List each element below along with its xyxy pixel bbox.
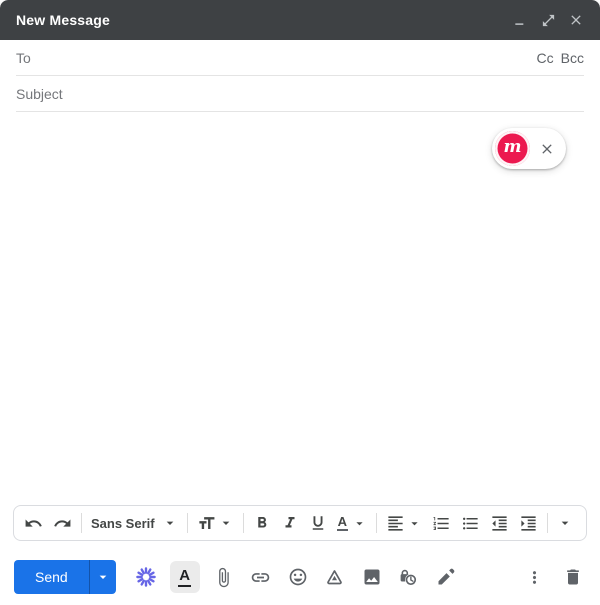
italic-icon (285, 517, 295, 528)
chip-close-button[interactable] (539, 141, 555, 157)
ai-sparkle-icon (135, 567, 156, 587)
underline-button[interactable] (304, 509, 332, 537)
chevron-down-icon (222, 521, 229, 525)
ccbcc-links: Cc Bcc (537, 50, 584, 66)
send-options-button[interactable] (88, 560, 116, 594)
formatting-options-icon: A (178, 568, 192, 587)
subject-field[interactable]: Subject (0, 76, 600, 111)
confidential-lock-clock-icon (400, 569, 417, 586)
outdent-button[interactable] (485, 509, 514, 537)
formatting-toolbar: Sans Serif A (13, 505, 587, 541)
pen-icon (438, 568, 455, 585)
close-icon (571, 15, 581, 25)
text-color-button[interactable]: A (332, 509, 372, 537)
extension-logo[interactable]: m (495, 131, 530, 166)
discard-draft-button[interactable] (560, 564, 586, 590)
attach-file-button[interactable] (211, 564, 237, 590)
numbered-list-icon (433, 516, 449, 530)
underline-icon (312, 516, 323, 530)
toolbar-separator (81, 513, 82, 533)
minimize-button[interactable] (506, 6, 534, 34)
expand-button[interactable] (534, 6, 562, 34)
more-options-button[interactable] (521, 564, 547, 590)
align-left-icon (388, 515, 403, 531)
outdent-icon (492, 515, 507, 531)
insert-link-button[interactable] (248, 564, 274, 590)
bold-button[interactable] (248, 509, 276, 537)
insert-emoji-button[interactable] (285, 564, 311, 590)
bottom-right-group (521, 564, 586, 590)
extension-chip[interactable]: m (492, 128, 566, 169)
close-button[interactable] (562, 6, 590, 34)
more-formatting-button[interactable] (552, 509, 578, 537)
expand-icon (542, 14, 554, 26)
italic-button[interactable] (276, 509, 304, 537)
image-icon (364, 569, 380, 585)
toolbar-separator (546, 513, 548, 533)
redo-icon (54, 519, 71, 527)
toolbar-separator (375, 513, 377, 533)
toolbar-separator (242, 513, 244, 533)
chevron-down-icon (356, 521, 363, 525)
message-body[interactable]: m (0, 112, 600, 505)
insert-photo-button[interactable] (359, 564, 385, 590)
emoji-icon (289, 568, 307, 586)
trash-icon (567, 569, 579, 585)
to-field[interactable]: To Cc Bcc (0, 40, 600, 75)
align-button[interactable] (381, 509, 427, 537)
redo-button[interactable] (48, 509, 77, 537)
font-family-label: Sans Serif (91, 515, 155, 531)
chevron-down-icon (561, 521, 569, 525)
insert-drive-button[interactable] (322, 564, 348, 590)
chevron-down-icon (411, 521, 418, 525)
formatting-options-toggle[interactable]: A (169, 561, 200, 593)
link-icon (251, 572, 270, 582)
more-vert-icon (532, 570, 536, 584)
toolbar-separator (186, 513, 188, 533)
font-family-button[interactable]: Sans Serif (86, 509, 183, 537)
send-button[interactable]: Send (14, 560, 89, 594)
close-icon (542, 143, 552, 154)
undo-button[interactable] (19, 509, 48, 537)
bulleted-list-icon (462, 517, 478, 529)
text-color-icon: A (336, 514, 348, 531)
text-size-button[interactable] (192, 509, 239, 537)
signature-pen-button[interactable] (433, 564, 459, 590)
numbered-list-button[interactable] (427, 509, 456, 537)
window-title: New Message (16, 12, 111, 28)
indent-icon (521, 515, 536, 531)
cc-button[interactable]: Cc (537, 50, 554, 66)
indent-button[interactable] (514, 509, 543, 537)
bcc-button[interactable]: Bcc (561, 50, 584, 66)
undo-icon (25, 519, 42, 527)
paperclip-icon (219, 567, 229, 587)
drive-icon (327, 569, 343, 584)
text-size-icon (198, 516, 215, 529)
compose-window: New Message To Cc Bcc Subject m Sans Ser… (0, 0, 600, 605)
bold-icon (257, 517, 266, 528)
confidential-mode-button[interactable] (396, 564, 422, 590)
bulleted-list-button[interactable] (456, 509, 485, 537)
titlebar[interactable]: New Message (0, 0, 600, 40)
chevron-down-icon (99, 575, 107, 579)
to-label: To (16, 49, 31, 66)
minimize-icon (515, 23, 524, 25)
send-split-button: Send (14, 560, 116, 594)
ai-sparkle-button[interactable] (133, 564, 159, 590)
chevron-down-icon (166, 521, 173, 525)
subject-label: Subject (16, 85, 63, 102)
bottom-bar: Send A (0, 541, 600, 605)
m-logo-letter: m (503, 137, 522, 157)
